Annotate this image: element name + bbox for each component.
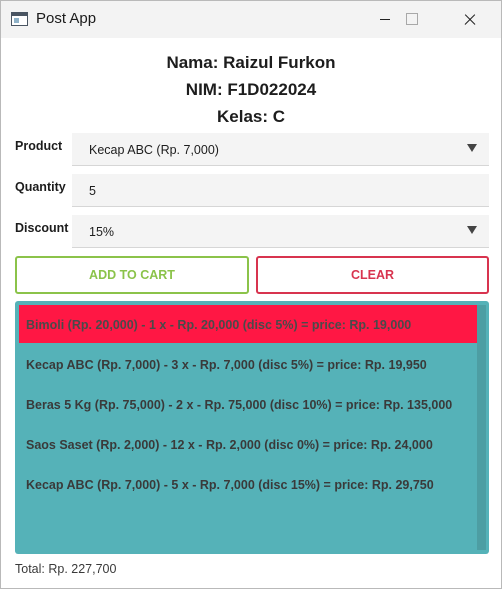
add-to-cart-button[interactable]: ADD TO CART (15, 256, 249, 294)
quantity-input-value: 5 (89, 184, 96, 198)
student-name: Nama: Raizul Furkon (166, 53, 336, 72)
cart-list-item[interactable]: Kecap ABC (Rp. 7,000) - 5 x - Rp. 7,000 … (19, 461, 477, 499)
student-class: Kelas: C (216, 107, 286, 126)
cart-total: Total: Rp. 227,700 (15, 562, 117, 576)
clear-button[interactable]: CLEAR (256, 256, 489, 294)
close-button[interactable] (446, 1, 492, 38)
title-bar[interactable]: Post App (1, 1, 501, 38)
discount-label: Discount (15, 221, 69, 235)
chevron-down-icon (467, 226, 477, 234)
quantity-label: Quantity (15, 180, 66, 194)
window-title: Post App (36, 10, 97, 27)
student-nim: NIM: F1D022024 (185, 80, 317, 99)
product-select-value: Kecap ABC (Rp. 7,000) (89, 143, 219, 157)
cart-list[interactable]: Bimoli (Rp. 20,000) - 1 x - Rp. 20,000 (… (15, 301, 489, 554)
cart-list-item[interactable]: Bimoli (Rp. 20,000) - 1 x - Rp. 20,000 (… (19, 305, 477, 343)
discount-select[interactable]: 15% (72, 215, 489, 248)
cart-list-item[interactable]: Kecap ABC (Rp. 7,000) - 3 x - Rp. 7,000 … (19, 341, 477, 379)
product-label: Product (15, 139, 63, 153)
quantity-input[interactable]: 5 (72, 174, 489, 207)
app-window-icon (11, 12, 28, 26)
cart-list-item[interactable]: Beras 5 Kg (Rp. 75,000) - 2 x - Rp. 75,0… (19, 381, 477, 419)
cart-scrollbar[interactable] (477, 305, 486, 550)
chevron-down-icon (467, 144, 477, 152)
app-window: Post App Nama: Raizul Furkon NIM: F1D022… (0, 0, 502, 589)
cart-list-item[interactable]: Saos Saset (Rp. 2,000) - 12 x - Rp. 2,00… (19, 421, 477, 459)
product-select[interactable]: Kecap ABC (Rp. 7,000) (72, 133, 489, 166)
discount-select-value: 15% (89, 225, 115, 239)
maximize-button[interactable] (388, 1, 434, 38)
